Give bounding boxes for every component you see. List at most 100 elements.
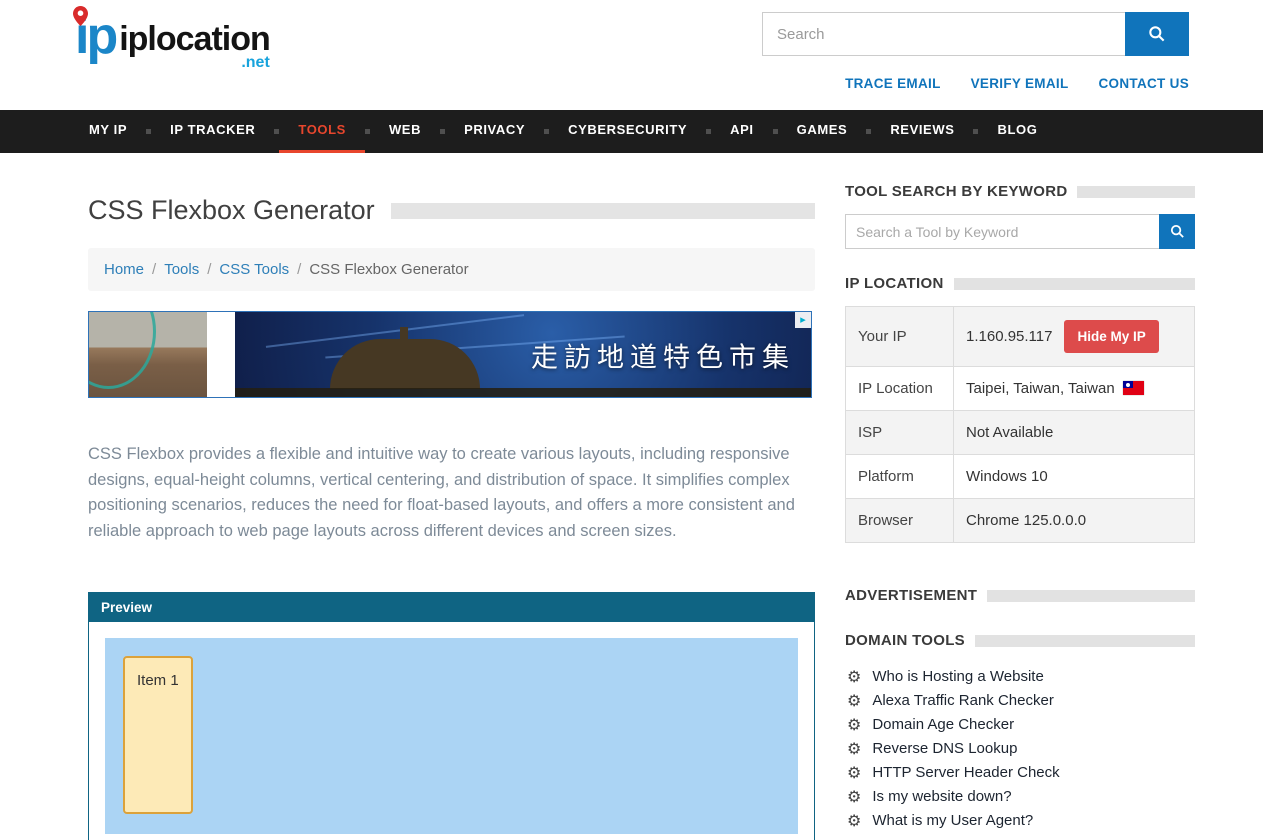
ip-row-value: Not Available bbox=[954, 411, 1195, 455]
title-decoration-bar bbox=[391, 203, 815, 219]
search-button[interactable] bbox=[1125, 12, 1189, 56]
nav-item-privacy[interactable]: PRIVACY bbox=[445, 110, 544, 153]
nav-item-api[interactable]: API bbox=[711, 110, 772, 153]
ip-row-label: IP Location bbox=[846, 367, 954, 411]
hide-my-ip-button[interactable]: Hide My IP bbox=[1064, 320, 1158, 353]
breadcrumb-separator: / bbox=[152, 261, 156, 278]
domain-tool-item: ⚙ Domain Age Checker bbox=[845, 713, 1195, 737]
nav-item-web[interactable]: WEB bbox=[370, 110, 440, 153]
domain-tool-link-alexa-traffic-rank-checker[interactable]: Alexa Traffic Rank Checker bbox=[872, 692, 1053, 709]
header-link-trace-email[interactable]: TRACE EMAIL bbox=[845, 76, 941, 91]
domain-tool-link-who-is-hosting-a-website[interactable]: Who is Hosting a Website bbox=[872, 668, 1043, 685]
tool-search-heading: TOOL SEARCH BY KEYWORD bbox=[845, 183, 1195, 200]
ip-row-label: Platform bbox=[846, 455, 954, 499]
domain-tools-list: ⚙ Who is Hosting a Website ⚙ Alexa Traffic … bbox=[845, 665, 1195, 833]
ip-row-value: Taipei, Taiwan, Taiwan bbox=[954, 367, 1195, 411]
browser-value: Chrome 125.0.0.0 bbox=[966, 512, 1086, 529]
nav-item-ip-tracker[interactable]: IP TRACKER bbox=[151, 110, 274, 153]
ip-row-value: 1.160.95.117Hide My IP bbox=[954, 307, 1195, 367]
taiwan-flag-icon bbox=[1123, 381, 1144, 395]
tool-search bbox=[845, 214, 1195, 249]
domain-tool-link-is-my-website-down[interactable]: Is my website down? bbox=[872, 788, 1011, 805]
domain-tool-item: ⚙Reverse DNS Lookup bbox=[845, 737, 1195, 761]
heading-decoration-bar bbox=[1077, 186, 1195, 198]
ad-gap bbox=[207, 312, 235, 397]
ip-table-row-isp: ISP Not Available bbox=[846, 411, 1195, 455]
breadcrumb-item-tools[interactable]: Tools bbox=[164, 261, 199, 278]
domain-tools-heading: DOMAIN TOOLS bbox=[845, 632, 1195, 649]
heading-decoration-bar bbox=[954, 278, 1195, 290]
page: ip iplocation .net TRACE EMAIL VERIFY EMA… bbox=[0, 0, 1263, 840]
ip-location-value: Taipei, Taiwan, Taiwan bbox=[966, 380, 1115, 397]
logo-mark: ip bbox=[75, 12, 115, 61]
preview-body: Item 1 bbox=[89, 622, 814, 840]
gear-icon: ⚙ bbox=[847, 669, 861, 685]
ad-decorative-ring bbox=[89, 312, 156, 389]
flex-preview-item-item-1[interactable]: Item 1 bbox=[123, 656, 193, 814]
domain-tools-heading-label: DOMAIN TOOLS bbox=[845, 632, 965, 649]
ip-row-value: Windows 10 bbox=[954, 455, 1195, 499]
gear-icon: ⚙ bbox=[847, 693, 861, 709]
page-title: CSS Flexbox Generator bbox=[88, 195, 375, 226]
preview-panel: Preview Item 1 bbox=[88, 592, 815, 840]
gear-icon: ⚙ bbox=[847, 789, 861, 805]
ip-row-label: Browser bbox=[846, 499, 954, 543]
ip-table-row-platform: Platform Windows 10 bbox=[846, 455, 1195, 499]
nav-item-blog[interactable]: BLOG bbox=[978, 110, 1056, 153]
ip-table-row-your-ip: Your IP1.160.95.117Hide My IP bbox=[846, 307, 1195, 367]
nav-item-reviews[interactable]: REVIEWS bbox=[871, 110, 973, 153]
search-input[interactable] bbox=[762, 12, 1125, 56]
map-pin-icon bbox=[73, 6, 88, 26]
ad-headline: 走訪地道特色市集 bbox=[531, 335, 795, 374]
adchoices-icon[interactable]: ▸ bbox=[795, 312, 811, 328]
tool-search-heading-label: TOOL SEARCH BY KEYWORD bbox=[845, 183, 1067, 200]
breadcrumb-item-css-tools[interactable]: CSS Tools bbox=[219, 261, 289, 278]
domain-tool-item: ⚙ Alexa Traffic Rank Checker bbox=[845, 689, 1195, 713]
logo[interactable]: ip iplocation .net bbox=[75, 12, 270, 72]
header-search bbox=[762, 12, 1189, 56]
ip-location-heading-label: IP LOCATION bbox=[845, 275, 944, 292]
nav-item-my-ip[interactable]: MY IP bbox=[70, 110, 146, 153]
sidebar: TOOL SEARCH BY KEYWORD IP LOCATION Your … bbox=[845, 183, 1195, 840]
ip-row-value: Chrome 125.0.0.0 bbox=[954, 499, 1195, 543]
breadcrumb-item-css-flexbox-generator: CSS Flexbox Generator bbox=[309, 261, 468, 278]
advertisement-heading-label: ADVERTISEMENT bbox=[845, 587, 977, 604]
gear-icon: ⚙ bbox=[847, 813, 861, 829]
domain-tool-link-reverse-dns-lookup[interactable]: Reverse DNS Lookup bbox=[872, 740, 1017, 757]
header-link-verify-email[interactable]: VERIFY EMAIL bbox=[971, 76, 1069, 91]
heading-decoration-bar bbox=[987, 590, 1195, 602]
breadcrumb: Home / Tools / CSS Tools / CSS Flexbox Generat… bbox=[88, 248, 815, 291]
platform-value: Windows 10 bbox=[966, 468, 1048, 485]
main-column: CSS Flexbox Generator Home / Tools / CSS Too… bbox=[88, 183, 815, 840]
breadcrumb-separator: / bbox=[297, 261, 301, 278]
domain-tool-item: ⚙HTTP Server Header Check bbox=[845, 761, 1195, 785]
ip-table-row-browser: Browser Chrome 125.0.0.0 bbox=[846, 499, 1195, 543]
intro-paragraph: CSS Flexbox provides a flexible and intu… bbox=[88, 442, 815, 544]
nav-item-games[interactable]: GAMES bbox=[778, 110, 867, 153]
tool-search-button[interactable] bbox=[1159, 214, 1195, 249]
title-row: CSS Flexbox Generator bbox=[88, 195, 815, 226]
logo-text: iplocation .net bbox=[119, 22, 270, 72]
ip-row-label: ISP bbox=[846, 411, 954, 455]
domain-tool-link-what-is-my-user-agent[interactable]: What is my User Agent? bbox=[872, 812, 1033, 829]
search-icon bbox=[1169, 223, 1186, 240]
isp-value: Not Available bbox=[966, 424, 1053, 441]
breadcrumb-item-home[interactable]: Home bbox=[104, 261, 144, 278]
logo-tld: .net bbox=[119, 54, 270, 72]
gear-icon: ⚙ bbox=[847, 717, 861, 733]
domain-tool-link-domain-age-checker[interactable]: Domain Age Checker bbox=[872, 716, 1014, 733]
ad-banner[interactable]: 走訪地道特色市集 ▸ bbox=[88, 311, 812, 398]
nav-item-tools[interactable]: TOOLS bbox=[279, 110, 365, 153]
content: CSS Flexbox Generator Home / Tools / CSS Too… bbox=[0, 153, 1263, 840]
header-links: TRACE EMAIL VERIFY EMAIL CONTACT US bbox=[845, 76, 1189, 91]
ad-photo bbox=[89, 312, 207, 397]
header-link-contact-us[interactable]: CONTACT US bbox=[1099, 76, 1190, 91]
advertisement-heading: ADVERTISEMENT bbox=[845, 587, 1195, 604]
nav-item-cybersecurity[interactable]: CYBERSECURITY bbox=[549, 110, 706, 153]
breadcrumb-separator: / bbox=[207, 261, 211, 278]
tool-search-input[interactable] bbox=[845, 214, 1159, 249]
domain-tool-link-http-server-header-check[interactable]: HTTP Server Header Check bbox=[872, 764, 1059, 781]
domain-tool-item: ⚙ Is my website down? bbox=[845, 785, 1195, 809]
domain-tool-item: ⚙ Who is Hosting a Website bbox=[845, 665, 1195, 689]
ip-location-table: Your IP1.160.95.117Hide My IPIP Location… bbox=[845, 306, 1195, 543]
